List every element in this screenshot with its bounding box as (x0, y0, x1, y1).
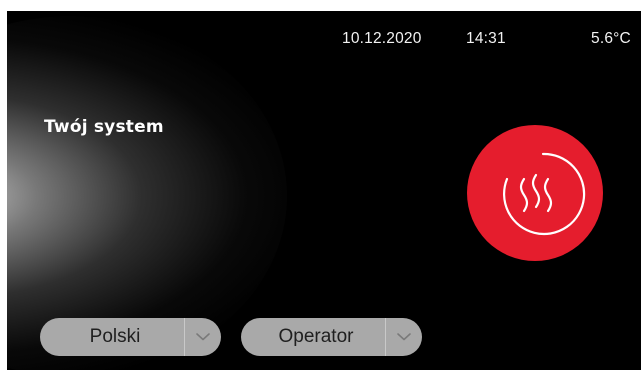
language-select-value: Polski (89, 326, 141, 347)
background-glow (7, 16, 287, 370)
date-display: 10.12.2020 (342, 30, 422, 47)
role-select-value: Operator (278, 326, 354, 347)
time-display: 14:31 (466, 30, 506, 47)
touch-screen: 10.12.2020 14:31 5.6°C Twój system Polsk… (7, 11, 641, 370)
heating-icon (502, 152, 586, 236)
role-select[interactable]: Operator (241, 318, 422, 356)
chevron-down-icon[interactable] (386, 318, 422, 356)
heating-button[interactable] (467, 125, 603, 261)
language-select[interactable]: Polski (40, 318, 221, 356)
page-title: Twój system (44, 117, 164, 137)
outdoor-temperature-display: 5.6°C (591, 30, 631, 47)
chevron-down-icon[interactable] (185, 318, 221, 356)
